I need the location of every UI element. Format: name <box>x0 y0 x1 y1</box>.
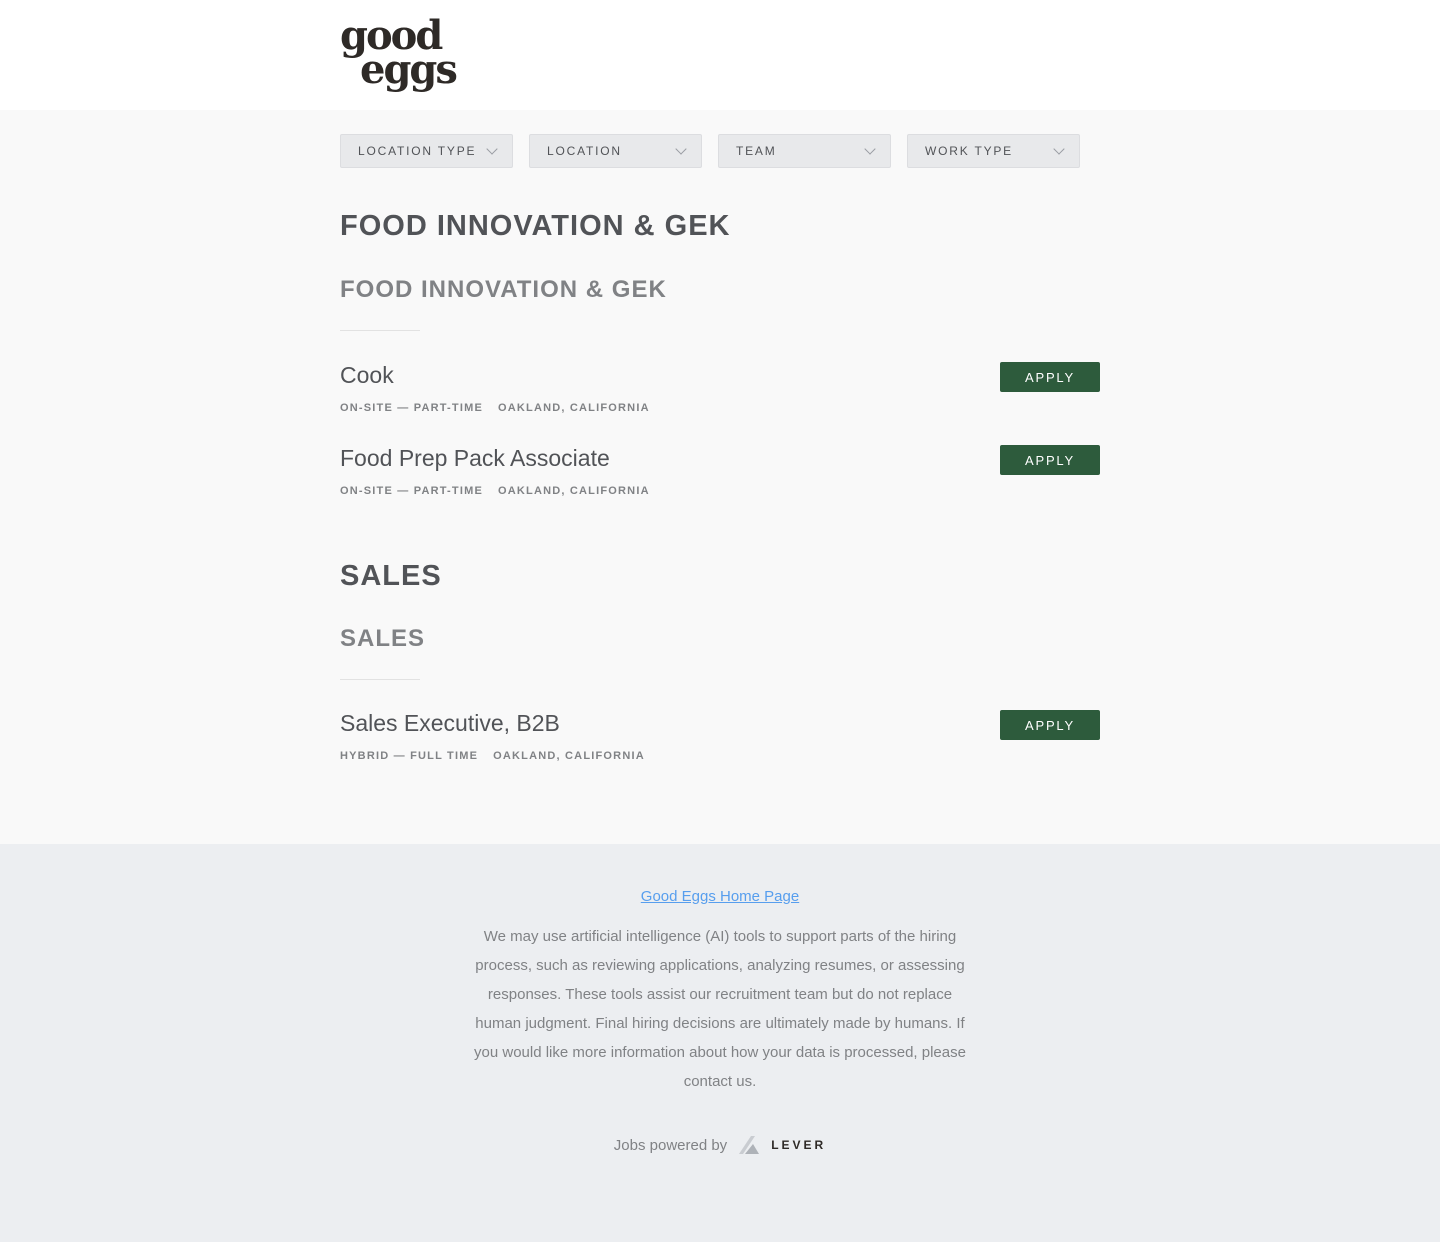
team-divider <box>340 679 1100 680</box>
job-posting[interactable]: Food Prep Pack Associate ON-SITE — PART-… <box>340 445 1100 505</box>
job-title[interactable]: Sales Executive, B2B <box>340 710 560 737</box>
ai-disclaimer: We may use artificial intelligence (AI) … <box>474 928 966 1090</box>
logo-word-eggs: eggs <box>360 46 458 93</box>
filter-label: WORK TYPE <box>925 144 1013 158</box>
powered-by: Jobs powered by LEVER <box>0 1134 1440 1156</box>
job-meta: HYBRID — FULL TIME OAKLAND, CALIFORNIA <box>340 750 645 762</box>
apply-button[interactable]: APPLY <box>1000 710 1100 740</box>
filter-work-type[interactable]: WORK TYPE <box>907 134 1080 168</box>
job-commitment: HYBRID — FULL TIME <box>340 750 479 762</box>
job-posting[interactable]: Sales Executive, B2B HYBRID — FULL TIME … <box>340 710 1100 770</box>
team-heading: SALES <box>340 625 1100 653</box>
job-location: OAKLAND, CALIFORNIA <box>497 485 650 497</box>
job-commitment: ON-SITE — PART-TIME <box>340 485 483 497</box>
powered-by-text: Jobs powered by <box>613 1136 728 1154</box>
team-title: FOOD INNOVATION & GEK <box>340 276 667 303</box>
job-location: OAKLAND, CALIFORNIA <box>493 750 645 762</box>
divider <box>340 330 420 331</box>
job-commitment: ON-SITE — PART-TIME <box>340 402 483 414</box>
apply-button[interactable]: APPLY <box>1000 362 1100 392</box>
job-title[interactable]: Food Prep Pack Associate <box>340 445 610 472</box>
lever-wordmark: LEVER <box>771 1138 827 1152</box>
department-heading: SALES <box>340 560 1100 593</box>
department-heading: FOOD INNOVATION & GEK <box>340 210 1100 243</box>
lever-logo-link[interactable]: LEVER <box>737 1134 826 1156</box>
team-heading: FOOD INNOVATION & GEK <box>340 276 1100 304</box>
good-eggs-logo[interactable]: good eggs <box>340 14 480 100</box>
divider <box>340 679 420 680</box>
page-footer: Good Eggs Home Page We may use artificia… <box>0 844 1440 1242</box>
home-page-link: Good Eggs Home Page <box>0 888 1440 905</box>
department-title: SALES <box>340 560 442 592</box>
filter-bar: LOCATION TYPE LOCATION TEAM WORK TYPE <box>340 134 1080 168</box>
filter-location[interactable]: LOCATION <box>529 134 702 168</box>
home-page-link-text[interactable]: Good Eggs Home Page <box>641 888 799 905</box>
team-title: SALES <box>340 625 426 652</box>
job-posting[interactable]: Cook ON-SITE — PART-TIME OAKLAND, CALIFO… <box>340 362 1100 422</box>
team-divider <box>340 330 1100 331</box>
chevron-down-icon <box>1053 143 1065 155</box>
chevron-down-icon <box>864 143 876 155</box>
page-header: good eggs <box>0 0 1440 110</box>
job-title[interactable]: Cook <box>340 362 394 389</box>
postings-main: LOCATION TYPE LOCATION TEAM WORK TYPE FO… <box>0 110 1440 844</box>
lever-icon <box>739 1136 760 1154</box>
job-meta: ON-SITE — PART-TIME OAKLAND, CALIFORNIA <box>340 402 650 414</box>
department-title: FOOD INNOVATION & GEK <box>340 210 731 242</box>
filter-label: LOCATION <box>547 144 622 158</box>
job-meta: ON-SITE — PART-TIME OAKLAND, CALIFORNIA <box>340 485 650 497</box>
filter-location-type[interactable]: LOCATION TYPE <box>340 134 513 168</box>
filter-team[interactable]: TEAM <box>718 134 891 168</box>
chevron-down-icon <box>675 143 687 155</box>
chevron-down-icon <box>486 143 498 155</box>
filter-label: TEAM <box>736 144 777 158</box>
job-location: OAKLAND, CALIFORNIA <box>497 402 650 414</box>
filter-label: LOCATION TYPE <box>358 144 477 158</box>
apply-button[interactable]: APPLY <box>1000 445 1100 475</box>
